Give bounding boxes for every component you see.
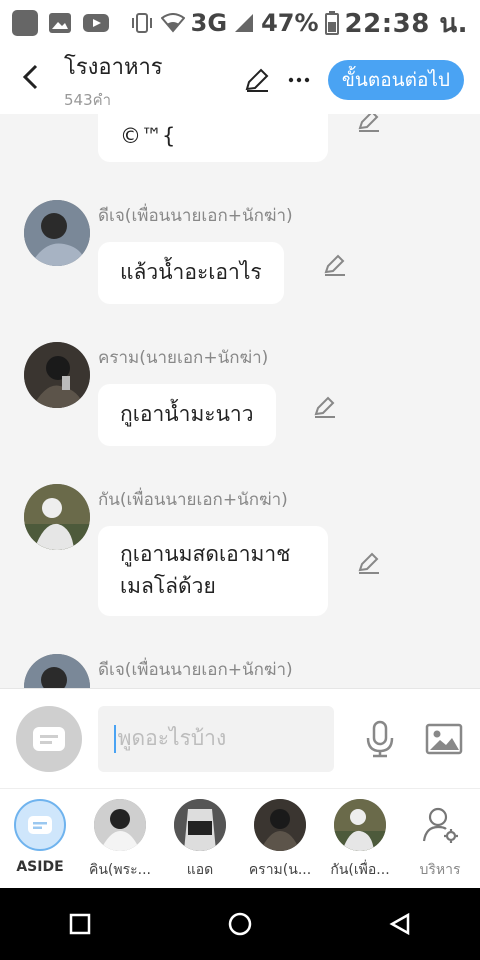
battery-icon <box>324 11 339 35</box>
message-text: กูเอาน้ำมะนาว <box>120 402 254 426</box>
system-nav-bar <box>0 888 480 960</box>
more-icon <box>288 77 310 83</box>
signal-icon <box>235 14 254 32</box>
microphone-icon <box>367 720 394 757</box>
narration-icon <box>28 816 52 834</box>
sender-name: ดีเจ(เพื่อนนายเอก+นักฆ่า) <box>98 660 293 680</box>
network-type: 3G <box>190 9 228 37</box>
battery-percent: 47% <box>261 9 319 37</box>
edit-icon[interactable] <box>356 114 382 134</box>
avatar[interactable] <box>24 342 90 408</box>
page-title: โรงอาหาร <box>64 54 163 80</box>
app-notification-icon <box>12 10 38 36</box>
aside-toggle-button[interactable] <box>16 705 82 772</box>
circle-icon <box>228 912 252 936</box>
edit-icon[interactable] <box>312 394 338 420</box>
character-label: คราม(น... <box>248 862 312 878</box>
sender-name: ดีเจ(เพื่อนนายเอก+นักฆ่า) <box>98 206 293 226</box>
home-button[interactable] <box>216 900 264 948</box>
pencil-icon <box>245 68 269 92</box>
sender-name: กัน(เพื่อนนายเอก+นักฆ่า) <box>98 490 288 510</box>
triangle-back-icon <box>389 912 410 936</box>
status-bar: 3G 47% 22:38 น. <box>0 0 480 46</box>
insert-image-button[interactable] <box>424 719 464 759</box>
character-label: แอด <box>186 862 214 878</box>
manage-characters-icon <box>414 799 466 851</box>
edit-icon[interactable] <box>356 550 382 576</box>
character-aside[interactable]: ASIDE <box>2 799 78 875</box>
vibrate-icon <box>131 13 152 33</box>
character-label: กัน(เพื่อ... <box>330 862 390 878</box>
back-button[interactable] <box>16 64 44 96</box>
avatar <box>94 799 146 851</box>
chat-list[interactable]: ©™{ ดีเจ(เพื่อนนายเอก+นักฆ่า) แล้วน้ำอะเ… <box>0 114 480 688</box>
chevron-left-icon <box>22 64 38 90</box>
more-options-button[interactable] <box>286 67 312 93</box>
word-count: 543คำ <box>64 90 112 109</box>
message-bubble[interactable]: ©™{ <box>98 114 328 162</box>
text-caret <box>113 724 116 753</box>
message-text: กูเอานมสดเอามาชเมลโล่ด้วย <box>120 542 291 598</box>
clock: 22:38 น. <box>344 8 468 39</box>
message-input[interactable]: พูดอะไรบ้าง <box>97 705 335 772</box>
character-label: บริหาร <box>419 862 461 878</box>
message-bubble[interactable]: กูเอานมสดเอามาชเมลโล่ด้วย <box>98 526 328 616</box>
narration-icon <box>32 726 65 751</box>
message-bubble[interactable]: กูเอาน้ำมะนาว <box>98 384 276 446</box>
image-icon <box>425 723 463 754</box>
story-header: โรงอาหาร 543คำ ขั้นตอนต่อไป <box>0 46 480 114</box>
character-item[interactable]: คราม(น... <box>242 799 318 881</box>
character-item[interactable]: แอด <box>162 799 238 881</box>
avatar[interactable] <box>24 200 90 266</box>
avatar <box>334 799 386 851</box>
character-selector: ASIDE คิน(พระ... แอด คราม(น... กัน(เพื่อ… <box>0 788 480 888</box>
edit-title-button[interactable] <box>244 67 270 93</box>
message-text: แล้วน้ำอะเอาไร <box>120 260 262 284</box>
character-item[interactable]: กัน(เพื่อ... <box>322 799 398 881</box>
avatar <box>254 799 306 851</box>
character-item[interactable]: คิน(พระ... <box>82 799 158 881</box>
back-nav-button[interactable] <box>376 900 424 948</box>
message-text: ©™{ <box>120 124 176 148</box>
next-step-button[interactable]: ขั้นตอนต่อไป <box>327 60 464 100</box>
avatar <box>14 799 66 851</box>
input-placeholder: พูดอะไรบ้าง <box>117 726 227 750</box>
gallery-notification-icon <box>49 13 71 33</box>
recents-button[interactable] <box>56 900 104 948</box>
message-bubble[interactable]: แล้วน้ำอะเอาไร <box>98 242 284 304</box>
voice-input-button[interactable] <box>360 719 400 759</box>
character-label: ASIDE <box>16 859 64 875</box>
character-manage[interactable]: บริหาร <box>402 799 478 881</box>
message-composer: พูดอะไรบ้าง <box>0 688 480 788</box>
character-label: คิน(พระ... <box>88 862 151 878</box>
avatar[interactable] <box>24 484 90 550</box>
avatar[interactable] <box>24 654 90 688</box>
edit-icon[interactable] <box>322 252 348 278</box>
sender-name: คราม(นายเอก+นักฆ่า) <box>98 348 269 368</box>
square-icon <box>69 913 91 935</box>
wifi-icon <box>160 13 185 33</box>
avatar <box>174 799 226 851</box>
youtube-notification-icon <box>83 14 109 32</box>
